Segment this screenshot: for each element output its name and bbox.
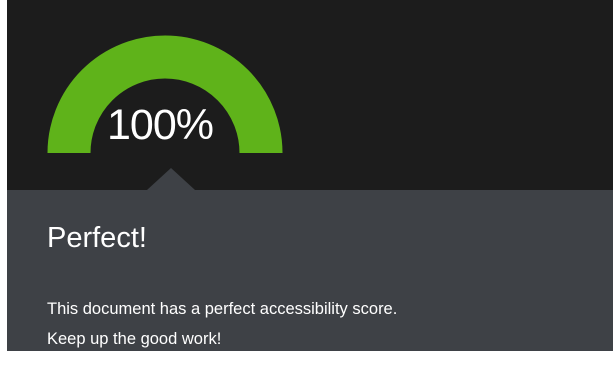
result-headline: Perfect! — [47, 222, 147, 254]
result-message-line: Keep up the good work! — [47, 330, 222, 348]
accessibility-gauge: 100% — [7, 0, 613, 190]
result-message-line: This document has a perfect accessibilit… — [47, 300, 398, 318]
score-value: 100% — [107, 101, 214, 149]
gauge-graphic — [47, 35, 283, 154]
accessibility-score-card: 100% Perfect! This document has a perfec… — [7, 0, 613, 351]
result-message: This document has a perfect accessibilit… — [47, 294, 587, 351]
callout-pointer — [147, 168, 195, 190]
